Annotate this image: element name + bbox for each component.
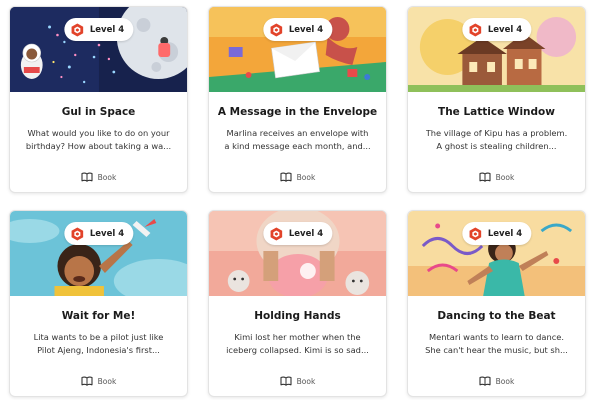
book-title[interactable]: A Message in the Envelope [218, 106, 377, 118]
book-description: Lita wants to be a pilot just like Pilot… [34, 331, 164, 357]
book-icon [479, 172, 491, 182]
level-hexagon-icon [269, 227, 283, 241]
resource-type: Book [81, 376, 117, 386]
resource-type-label: Book [97, 376, 117, 386]
description-line-1: Marlina receives an envelope with [226, 128, 369, 138]
description-line-2: birthday? How about taking a wa... [25, 141, 172, 151]
resource-type-label: Book [97, 172, 117, 182]
level-label: Level 4 [487, 24, 523, 35]
book-description: Marlina receives an envelope with a kind… [224, 127, 370, 153]
book-description: Mentari wants to learn to dance. She can… [425, 331, 568, 357]
book-description: What would you like to do on your birthd… [26, 127, 171, 153]
book-icon [280, 376, 292, 386]
book-icon [81, 376, 93, 386]
resource-type: Book [479, 376, 515, 386]
resource-type-label: Book [296, 376, 316, 386]
book-card-gul-in-space[interactable]: Level 4 Gul in Space What would you like… [9, 6, 188, 193]
cover-image: Level 4 [209, 211, 386, 296]
level-badge: Level 4 [63, 222, 134, 245]
level-hexagon-icon [70, 23, 84, 37]
cover-image: Level 4 [209, 7, 386, 92]
level-label: Level 4 [89, 228, 125, 239]
level-badge: Level 4 [63, 18, 134, 41]
book-title[interactable]: Wait for Me! [62, 310, 136, 322]
book-card-holding-hands[interactable]: Level 4 Holding Hands Kimi lost her moth… [208, 210, 387, 397]
description-line-2: She can't hear the music, but sh... [425, 345, 568, 355]
level-label: Level 4 [89, 24, 125, 35]
book-description: Kimi lost her mother when the iceberg co… [226, 331, 369, 357]
description-line-1: Kimi lost her mother when the [234, 332, 361, 342]
description-line-1: Lita wants to be a pilot just like [33, 332, 164, 342]
description-line-2: A ghost is stealing children... [436, 141, 557, 151]
description-line-1: Mentari wants to learn to dance. [428, 332, 565, 342]
resource-type-label: Book [296, 172, 316, 182]
resource-type-label: Book [495, 376, 515, 386]
description-line-1: The village of Kipu has a problem. [425, 128, 568, 138]
level-label: Level 4 [487, 228, 523, 239]
description-line-1: What would you like to do on your [27, 128, 170, 138]
cover-image: Level 4 [408, 7, 585, 92]
level-hexagon-icon [70, 227, 84, 241]
level-badge: Level 4 [262, 222, 333, 245]
book-card-wait-for-me[interactable]: Level 4 Wait for Me! Lita wants to be a … [9, 210, 188, 397]
book-grid: Level 4 Gul in Space What would you like… [0, 0, 600, 400]
book-icon [479, 376, 491, 386]
book-description: The village of Kipu has a problem. A gho… [426, 127, 568, 153]
level-badge: Level 4 [262, 18, 333, 41]
book-icon [81, 172, 93, 182]
book-icon [280, 172, 292, 182]
cover-image: Level 4 [10, 211, 187, 296]
resource-type-label: Book [495, 172, 515, 182]
level-badge: Level 4 [461, 18, 532, 41]
book-card-dancing-to-the-beat[interactable]: Level 4 Dancing to the Beat Mentari want… [407, 210, 586, 397]
level-label: Level 4 [288, 228, 324, 239]
description-line-2: iceberg collapsed. Kimi is so sad... [226, 345, 369, 355]
book-card-a-message-in-the-envelope[interactable]: Level 4 A Message in the Envelope Marlin… [208, 6, 387, 193]
resource-type: Book [81, 172, 117, 182]
book-title[interactable]: Holding Hands [254, 310, 340, 322]
resource-type: Book [280, 376, 316, 386]
level-badge: Level 4 [461, 222, 532, 245]
cover-image: Level 4 [10, 7, 187, 92]
level-hexagon-icon [269, 23, 283, 37]
level-hexagon-icon [468, 227, 482, 241]
cover-image: Level 4 [408, 211, 585, 296]
resource-type: Book [479, 172, 515, 182]
resource-type: Book [280, 172, 316, 182]
book-title[interactable]: Dancing to the Beat [437, 310, 555, 322]
description-line-2: Pilot Ajeng, Indonesia's first... [37, 345, 160, 355]
book-card-the-lattice-window[interactable]: Level 4 The Lattice Window The village o… [407, 6, 586, 193]
book-title[interactable]: Gul in Space [62, 106, 136, 118]
level-hexagon-icon [468, 23, 482, 37]
level-label: Level 4 [288, 24, 324, 35]
description-line-2: a kind message each month, and... [224, 141, 371, 151]
book-title[interactable]: The Lattice Window [438, 106, 555, 118]
